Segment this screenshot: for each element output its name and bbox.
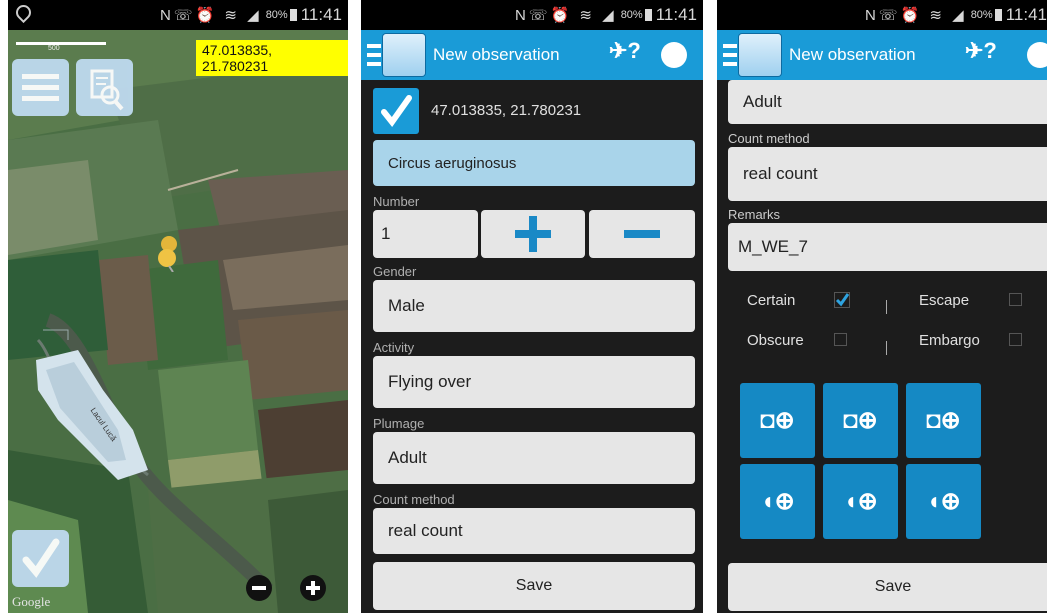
gender-label: Gender (373, 264, 417, 279)
app-title: New observation (433, 45, 560, 64)
add-audio-button-3[interactable]: ◖⊕ (906, 464, 981, 539)
location-confirm-checkbox[interactable] (373, 88, 419, 134)
app-bar: New observation ✈? (717, 30, 1047, 80)
count-method-label: Count method (728, 131, 810, 146)
location-icon (12, 1, 35, 24)
speaker-add-icon: ◖⊕ (926, 488, 961, 515)
add-photo-button-3[interactable]: ◘⊕ (906, 383, 981, 458)
add-photo-button-1[interactable]: ◘⊕ (740, 383, 815, 458)
embargo-checkbox[interactable] (1009, 333, 1022, 346)
checkmark-icon (834, 292, 850, 308)
escape-checkbox[interactable] (1009, 293, 1022, 306)
scale-bar (16, 42, 106, 45)
count-method-field[interactable]: real count (728, 147, 1047, 201)
certain-checkbox[interactable] (834, 292, 850, 308)
menu-icon (22, 74, 59, 101)
observation-form-screen-top: N☏⏰ ≋ ◢ 80% 11:41 New observation ✈? 47.… (361, 0, 703, 613)
status-clock: 11:41 (300, 5, 342, 24)
number-field[interactable]: 1 (373, 210, 478, 258)
status-clock: 11:41 (1005, 5, 1047, 24)
status-icons: N☏⏰ ≋ ◢ (159, 7, 262, 24)
plumage-field[interactable]: Adult (728, 80, 1047, 124)
speaker-add-icon: ◖⊕ (843, 488, 878, 515)
camera-add-icon: ◘⊕ (926, 407, 961, 434)
map-screen: N☏⏰ ≋ ◢ 80% 11:41 500 47.013835, 21.7802 (8, 0, 348, 613)
status-clock: 11:41 (655, 5, 697, 24)
plumage-field[interactable]: Adult (373, 432, 695, 484)
zoom-in-button[interactable] (300, 575, 326, 601)
zoom-out-button[interactable] (246, 575, 272, 601)
app-bar: New observation ✈? (361, 30, 703, 80)
battery-level: 80% (970, 9, 993, 21)
count-method-label: Count method (373, 492, 455, 507)
plus-icon (515, 216, 551, 252)
coordinates-text: 47.013835, 21.780231 (431, 102, 582, 119)
coordinates-badge: 47.013835, 21.780231 (196, 40, 348, 76)
gender-field[interactable]: Male (373, 280, 695, 332)
separator (886, 341, 887, 355)
checkmark-icon (22, 538, 60, 578)
checkmark-icon (381, 95, 412, 127)
globe-icon[interactable] (1027, 42, 1047, 68)
globe-icon[interactable] (661, 42, 687, 68)
camera-add-icon: ◘⊕ (760, 407, 795, 434)
add-audio-button-1[interactable]: ◖⊕ (740, 464, 815, 539)
document-search-icon (90, 69, 124, 111)
decrement-button[interactable] (589, 210, 695, 258)
save-button[interactable]: Save (728, 563, 1047, 611)
status-bar: N☏⏰ ≋ ◢ 80% 11:41 (8, 0, 348, 30)
obscure-checkbox[interactable] (834, 333, 847, 346)
status-bar: N☏⏰ ≋ ◢ 80% 11:41 (717, 0, 1047, 30)
minus-icon (252, 586, 266, 590)
app-logo (383, 34, 425, 76)
confirm-location-button[interactable] (12, 530, 69, 587)
speaker-add-icon: ◖⊕ (760, 488, 795, 515)
species-field[interactable]: Circus aeruginosus (373, 140, 695, 186)
map-provider-logo: Google (12, 594, 51, 609)
activity-field[interactable]: Flying over (373, 356, 695, 408)
camera-add-icon: ◘⊕ (843, 407, 878, 434)
menu-icon[interactable] (367, 44, 381, 66)
menu-icon[interactable] (723, 44, 737, 66)
battery-icon (644, 9, 652, 21)
escape-label: Escape (919, 292, 970, 309)
save-button[interactable]: Save (373, 562, 695, 610)
battery-level: 80% (265, 9, 288, 21)
embargo-label: Embargo (919, 332, 980, 349)
remarks-label: Remarks (728, 207, 781, 222)
bird-help-icon[interactable]: ✈? (609, 38, 645, 72)
minus-icon (624, 230, 660, 238)
certain-label: Certain (747, 292, 796, 309)
battery-level: 80% (620, 9, 643, 21)
status-icons: N☏⏰ ≋ ◢ (514, 7, 617, 24)
satellite-map[interactable] (8, 30, 348, 613)
add-photo-button-2[interactable]: ◘⊕ (823, 383, 898, 458)
search-location-button[interactable] (76, 59, 133, 116)
menu-button[interactable] (12, 59, 69, 116)
count-method-field[interactable]: real count (373, 508, 695, 554)
battery-icon (289, 9, 297, 21)
pushpin-icon[interactable] (153, 232, 193, 272)
separator (886, 300, 887, 314)
bird-help-icon[interactable]: ✈? (965, 38, 1001, 72)
obscure-label: Obscure (747, 332, 804, 349)
scale-text: 500 (48, 45, 60, 52)
activity-label: Activity (373, 340, 415, 355)
observation-form-screen-bottom: N☏⏰ ≋ ◢ 80% 11:41 New observation ✈? Adu… (717, 0, 1047, 613)
app-logo (739, 34, 781, 76)
remarks-field[interactable]: M_WE_7 (728, 223, 1047, 271)
add-audio-button-2[interactable]: ◖⊕ (823, 464, 898, 539)
app-title: New observation (789, 45, 916, 64)
plumage-label: Plumage (373, 416, 425, 431)
status-icons: N☏⏰ ≋ ◢ (864, 7, 967, 24)
number-label: Number (373, 194, 420, 209)
status-bar: N☏⏰ ≋ ◢ 80% 11:41 (361, 0, 703, 30)
increment-button[interactable] (481, 210, 585, 258)
battery-icon (994, 9, 1002, 21)
